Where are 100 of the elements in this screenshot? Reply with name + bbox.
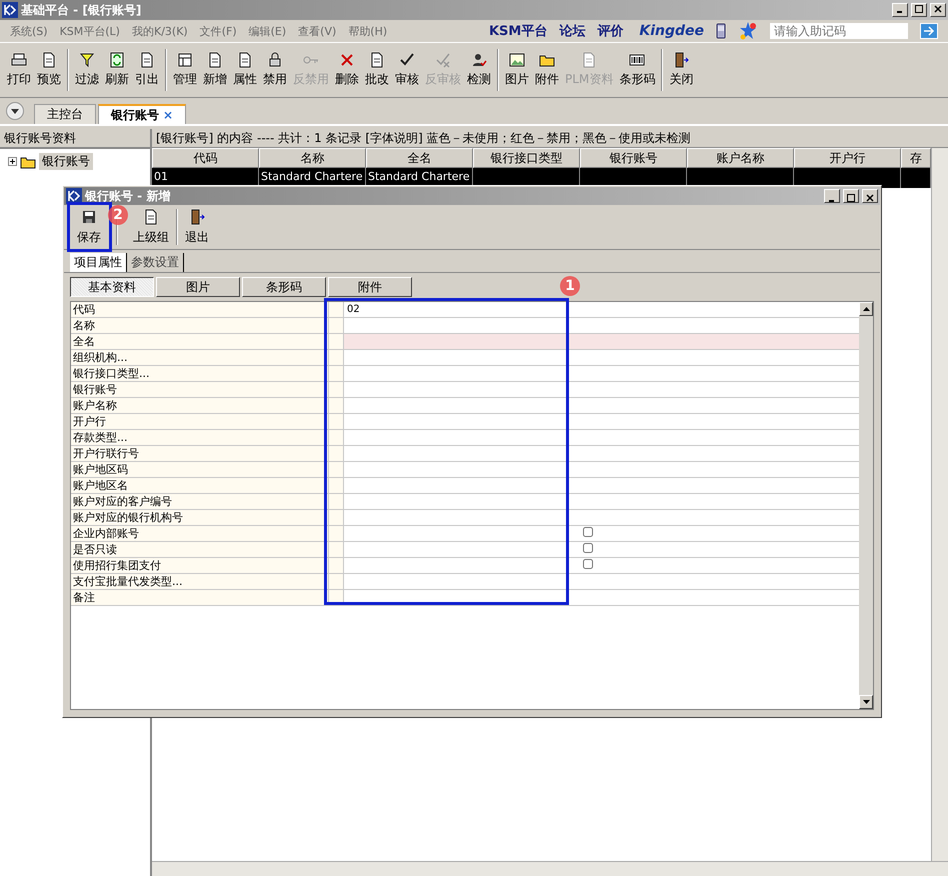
close-icon [934, 5, 942, 13]
column-header[interactable]: 开户行 [794, 148, 901, 168]
top-link[interactable]: 评价 [597, 22, 624, 40]
toolbar-button[interactable]: 预览 [34, 45, 64, 95]
column-header[interactable]: 代码 [152, 148, 259, 168]
field-label: 账户对应的银行机构号 [71, 510, 329, 525]
toolbar-button[interactable]: 附件 [532, 45, 562, 95]
menu-item[interactable]: KSM平台(L) [60, 24, 120, 38]
top-link[interactable]: 论坛 [559, 22, 586, 40]
toolbar-button[interactable]: 刷新 [102, 45, 132, 95]
arrow-right-icon [923, 26, 935, 36]
door-icon [189, 208, 205, 224]
search-field[interactable]: 请输入助记码 [770, 23, 908, 39]
window-title: 基础平台 - [银行账号] [21, 2, 142, 18]
field-label: 开户行联行号 [71, 446, 329, 461]
printer-icon [11, 52, 27, 68]
picture-icon [509, 52, 525, 68]
toolbar-button[interactable]: 管理 [170, 45, 200, 95]
toolbar-button[interactable]: 关闭 [666, 45, 696, 95]
menu-item[interactable]: 帮助(H) [348, 24, 388, 38]
phone-icon[interactable] [716, 23, 726, 39]
field-label: 账户名称 [71, 398, 329, 413]
down-arrow-icon [862, 700, 870, 704]
tab[interactable]: 条形码 [242, 277, 326, 297]
field-label: 账户地区名 [71, 478, 329, 493]
close-button[interactable] [862, 189, 878, 203]
horizontal-scrollbar[interactable] [152, 861, 948, 876]
barcode-icon [629, 52, 646, 68]
maximize-icon [847, 194, 855, 202]
menu-item[interactable]: 编辑(E) [248, 24, 286, 38]
toolbar-button[interactable]: 删除 [332, 45, 362, 95]
field-label: 账户地区码 [71, 462, 329, 477]
toolbar-button[interactable]: 图片 [502, 45, 532, 95]
input-field[interactable] [344, 334, 859, 349]
menu-item[interactable]: 系统(S) [10, 24, 48, 38]
refresh-icon [109, 52, 125, 68]
brand-logo: Kingdee [639, 23, 704, 39]
toolbar-button[interactable]: 批改 [362, 45, 392, 95]
go-button[interactable] [920, 23, 938, 39]
toolbar-button[interactable]: 过滤 [72, 45, 102, 95]
close-button[interactable] [930, 3, 946, 17]
toolbar-button[interactable]: 禁用 [260, 45, 290, 95]
close-icon [866, 194, 874, 202]
toolbar-button[interactable]: 检测 [464, 45, 494, 95]
field-label: 银行账号 [71, 382, 329, 397]
toolbar-button[interactable]: 条形码 [616, 45, 658, 95]
dropdown-button[interactable] [6, 102, 24, 120]
toolbar-button[interactable]: 上级组 [128, 205, 174, 249]
checkbox[interactable] [583, 543, 593, 553]
toolbar-button[interactable]: 引出 [132, 45, 162, 95]
checkbox[interactable] [583, 527, 593, 537]
top-link[interactable]: KSM平台 [488, 22, 548, 40]
up-arrow-icon [862, 307, 870, 311]
tab[interactable]: 项目属性 [70, 253, 127, 272]
toolbar-button[interactable]: 退出 [180, 205, 214, 249]
maximize-button[interactable] [843, 189, 859, 203]
vertical-scrollbar[interactable] [931, 148, 948, 861]
person-check-icon [471, 52, 487, 68]
tab[interactable]: 图片 [156, 277, 240, 297]
scroll-up-button[interactable] [859, 302, 873, 316]
column-header[interactable]: 银行账号 [580, 148, 687, 168]
tab[interactable]: 主控台 [34, 104, 96, 124]
minimize-button[interactable] [824, 189, 840, 203]
column-header[interactable]: 账户名称 [687, 148, 794, 168]
field-label: 全名 [71, 334, 329, 349]
menu-item[interactable]: 文件(F) [200, 24, 237, 38]
maximize-button[interactable] [911, 3, 927, 17]
cross-icon [339, 52, 355, 68]
toolbar-button[interactable]: 属性 [230, 45, 260, 95]
maximize-icon [915, 5, 923, 13]
field-label: 是否只读 [71, 542, 329, 557]
field-label: 名称 [71, 318, 329, 333]
column-header[interactable]: 存 [901, 148, 931, 168]
dialog-title: 银行账号 - 新增 [85, 188, 170, 204]
vertical-scrollbar[interactable] [859, 302, 873, 709]
field-label: 账户对应的客户编号 [71, 494, 329, 509]
checkbox[interactable] [583, 559, 593, 569]
tab[interactable]: 基本资料 [70, 277, 154, 297]
minimize-button[interactable] [892, 3, 908, 17]
field-label: 开户行 [71, 414, 329, 429]
tab[interactable]: 附件 [328, 277, 412, 297]
scroll-down-button[interactable] [859, 695, 873, 709]
star-icon [738, 21, 758, 41]
toolbar-button[interactable]: 打印 [4, 45, 34, 95]
menu-item[interactable]: 我的K/3(K) [132, 24, 188, 38]
tree-item[interactable]: 银行账号 [39, 153, 93, 170]
column-header[interactable]: 银行接口类型 [473, 148, 580, 168]
field-label: 企业内部账号 [71, 526, 329, 541]
window-icon [177, 52, 193, 68]
column-header[interactable]: 全名 [366, 148, 473, 168]
toolbar-button[interactable]: 新增 [200, 45, 230, 95]
save-icon [81, 208, 97, 224]
expand-icon[interactable] [8, 157, 17, 166]
field-label: 使用招行集团支付 [71, 558, 329, 573]
app-logo-icon [2, 2, 18, 18]
tab-close-button[interactable]: × [163, 108, 174, 122]
menu-item[interactable]: 查看(V) [298, 24, 336, 38]
column-header[interactable]: 名称 [259, 148, 366, 168]
toolbar-button[interactable]: 审核 [392, 45, 422, 95]
tab[interactable]: 银行账号 × [98, 104, 186, 124]
